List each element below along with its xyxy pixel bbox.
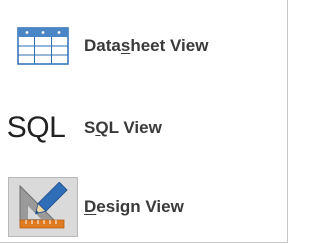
datasheet-view-label: Datasheet View (84, 36, 209, 55)
sql-icon-box: SQL (6, 98, 78, 158)
design-ruler-pencil-icon (19, 182, 68, 229)
datasheet-grid-icon (17, 27, 69, 65)
design-icon-box-selected (8, 177, 78, 237)
datasheet-icon-box (8, 16, 78, 76)
sql-view-label: SQL View (84, 118, 162, 137)
datasheet-view-item[interactable]: Datasheet View (8, 13, 280, 79)
design-view-item[interactable]: Design View (8, 173, 280, 241)
sql-view-item[interactable]: SQL SQL View (6, 95, 280, 161)
view-menu: Datasheet View SQL SQL View Design View (0, 0, 288, 243)
design-view-label: Design View (84, 197, 184, 216)
sql-text-icon: SQL (6, 111, 66, 144)
